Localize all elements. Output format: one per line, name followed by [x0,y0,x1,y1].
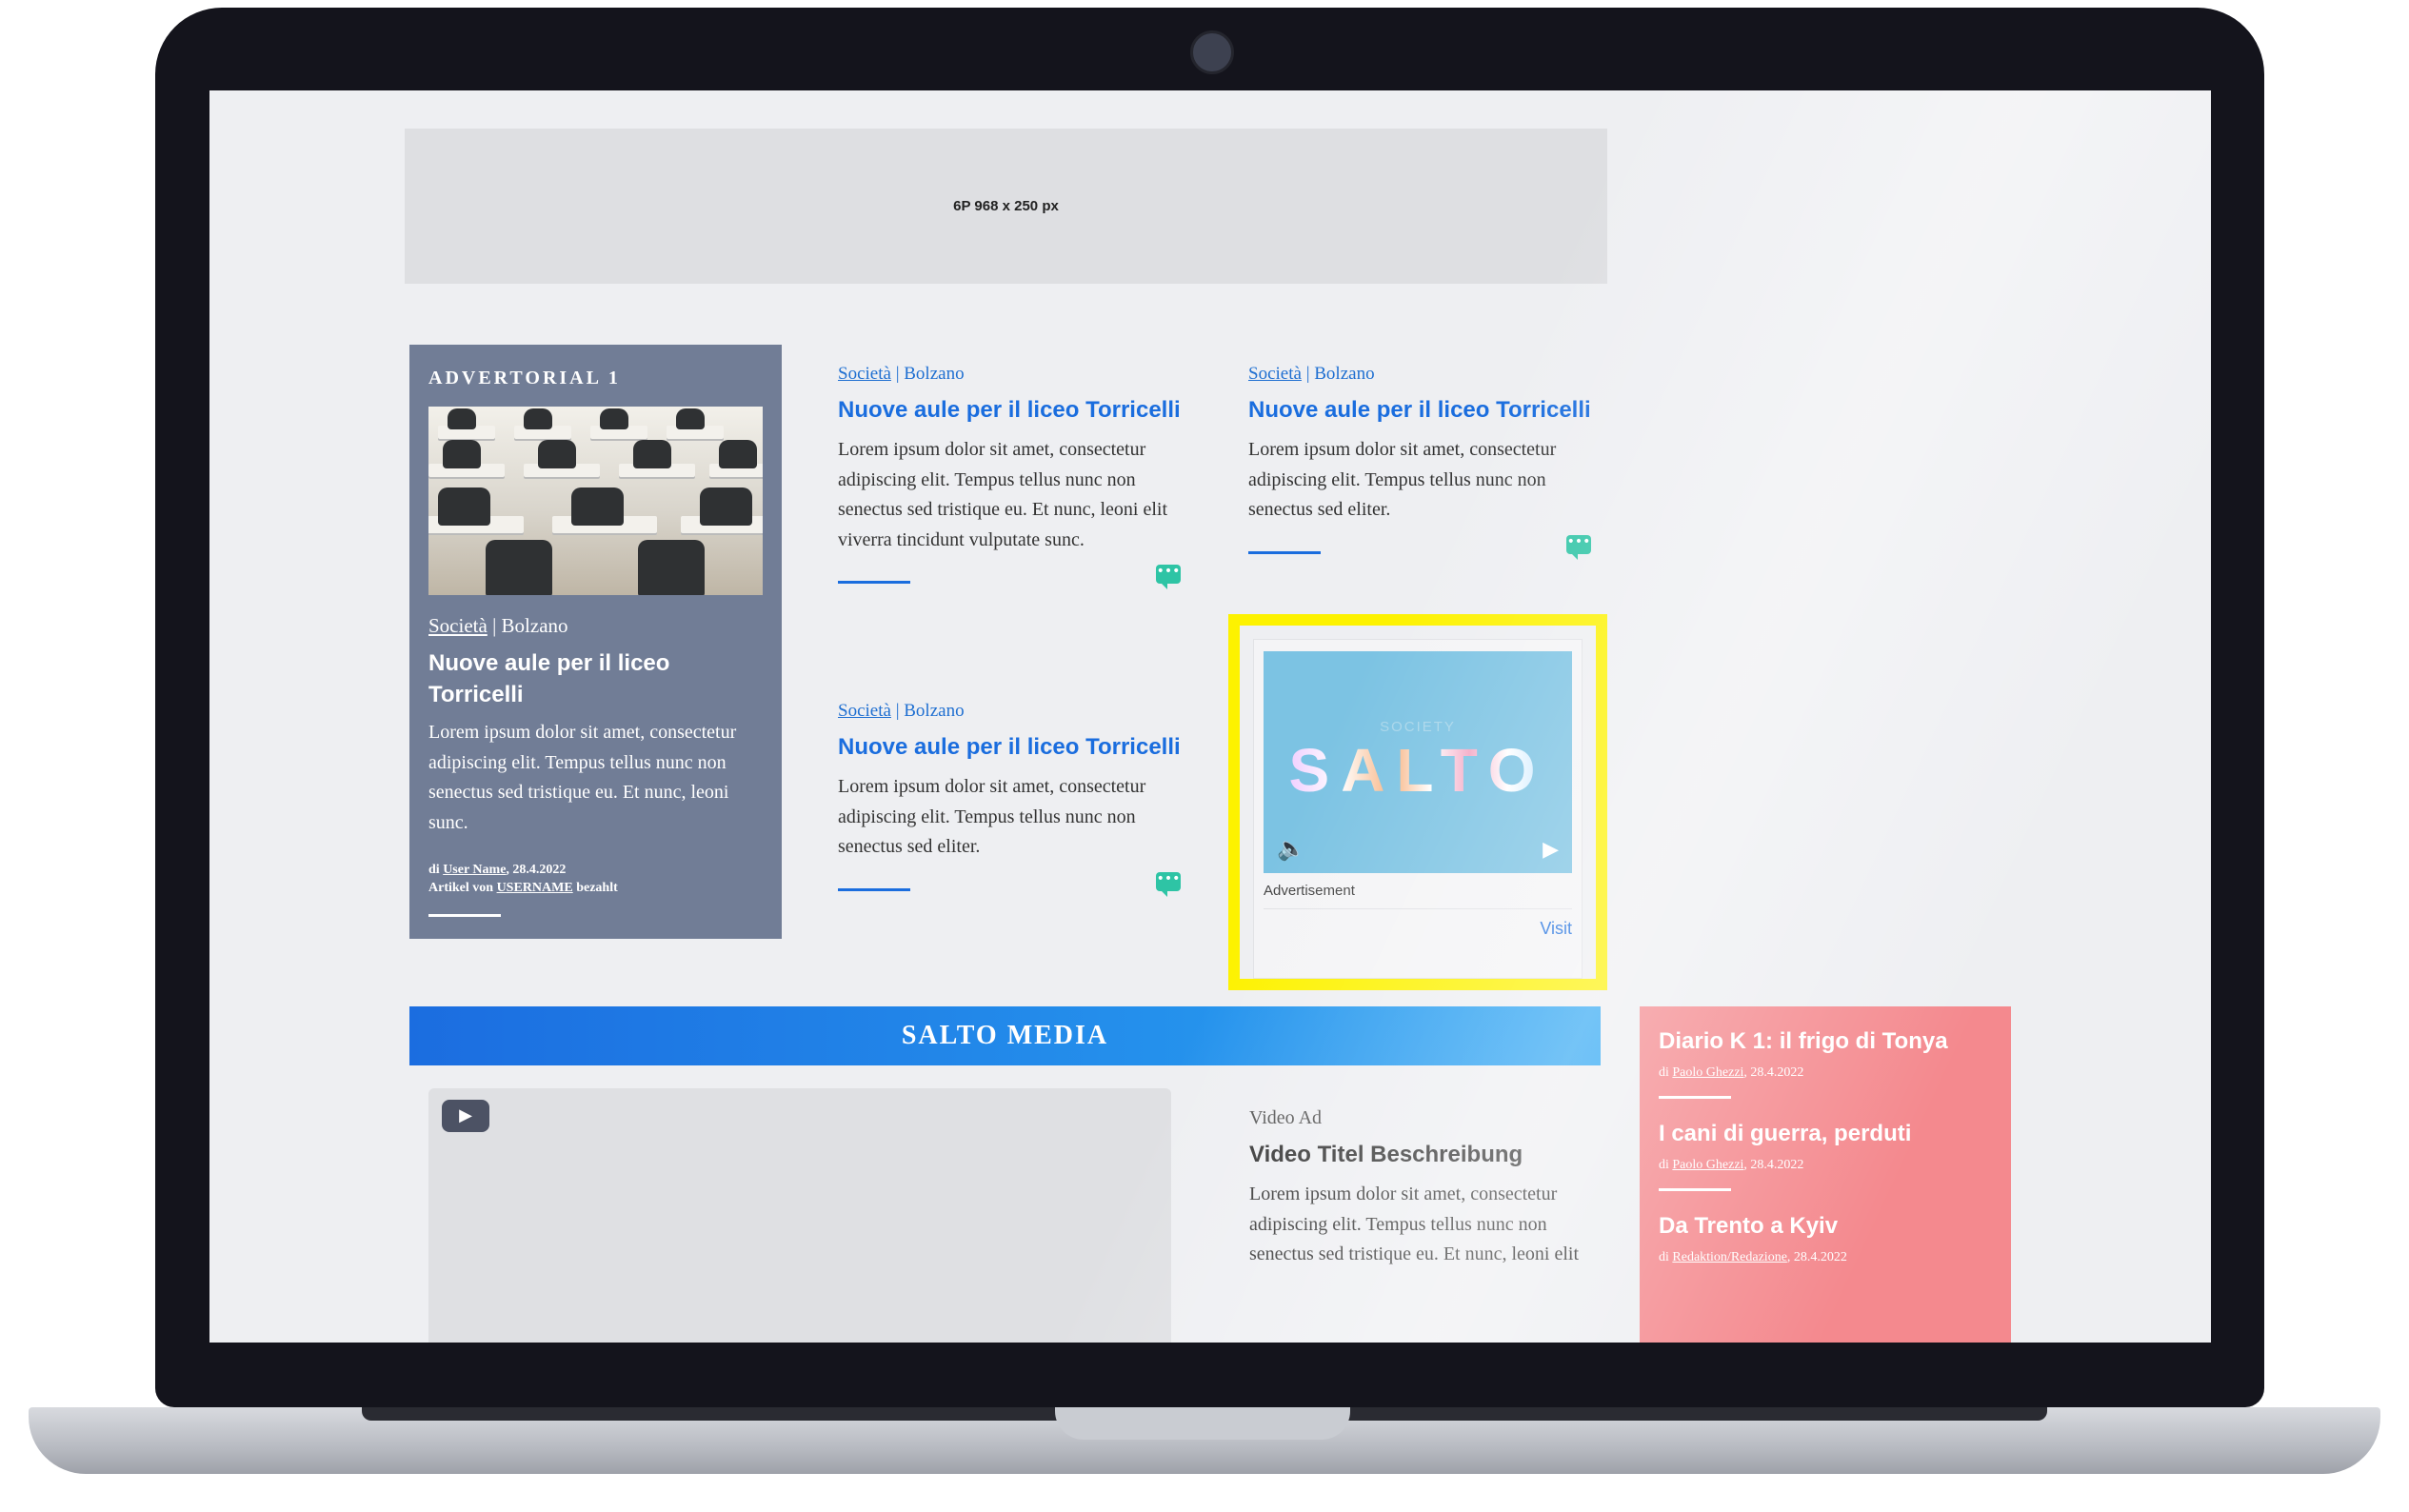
meta-separator: | [492,614,497,637]
sidebar-article[interactable]: Da Trento a Kyiv di Redaktion/Redazione,… [1659,1212,1992,1265]
banner-ad-placeholder[interactable]: 6P 968 x 250 px [405,129,1607,284]
divider [838,581,910,584]
meta-separator: | [895,364,900,384]
comment-icon[interactable]: ••• [1566,534,1591,560]
category-link[interactable]: Società [838,701,891,721]
comment-icon[interactable]: ••• [1156,871,1181,897]
webcam-icon [1190,30,1234,74]
classroom-photo[interactable] [428,407,763,595]
video-excerpt: Lorem ipsum dolor sit amet, consectetur … [1249,1184,1580,1264]
byline-prefix: di [1659,1065,1669,1080]
video-ad-frame: SOCIETY SALTO 🔈 ▶ Advertisement Visit [1253,639,1583,979]
paid-prefix: Artikel von [428,881,494,895]
video-headline[interactable]: Video Titel Beschreibung [1249,1139,1592,1170]
article-teaser[interactable]: Società | Bolzano Nuove aule per il lice… [1248,364,1591,575]
banner-size-label: 6P 968 x 250 px [953,198,1059,214]
advertorial-text: Lorem ipsum dolor sit amet, consectetur … [428,722,737,833]
sidebar-byline: di Paolo Ghezzi, 28.4.2022 [1659,1158,1992,1173]
advertorial-card[interactable]: ADVERTORIAL 1 Società | Bolzano Nuove au… [409,345,782,939]
location-label: Bolzano [1314,364,1375,384]
byline-user-link[interactable]: User Name [443,863,506,877]
video-teaser[interactable]: Video Ad Video Titel Beschreibung Lorem … [1249,1107,1592,1270]
sidebar-article[interactable]: I cani di guerra, perduti di Paolo Ghezz… [1659,1120,1992,1191]
play-icon[interactable]: ▶ [1543,838,1559,862]
byline-date: , 28.4.2022 [1743,1065,1804,1080]
blog-sidebar: Diario K 1: il frigo di Tonya di Paolo G… [1640,1006,2011,1343]
paid-user-link[interactable]: USERNAME [497,881,573,895]
article-headline[interactable]: Nuove aule per il liceo Torricelli [838,731,1181,763]
youtube-play-icon[interactable]: ▶ [442,1100,489,1132]
article-headline[interactable]: Nuove aule per il liceo Torricelli [1248,394,1591,426]
video-player[interactable]: ▶ [428,1088,1171,1343]
byline-date: , 28.4.2022 [506,863,567,877]
category-link[interactable]: Società [838,364,891,384]
sidebar-article-title[interactable]: Diario K 1: il frigo di Tonya [1659,1027,1992,1056]
advertorial-category-link[interactable]: Società [428,614,488,637]
advertorial-label: ADVERTORIAL 1 [428,368,621,388]
byline-prefix: di [1659,1158,1669,1172]
divider [1248,550,1321,554]
article-headline[interactable]: Nuove aule per il liceo Torricelli [838,394,1181,426]
advertorial-byline: di User Name, 28.4.2022 Artikel von USER… [428,861,763,897]
byline-date: , 28.4.2022 [1786,1250,1847,1264]
laptop-notch [1055,1407,1350,1440]
section-title: SALTO MEDIA [901,1021,1109,1050]
ad-video-player[interactable]: SOCIETY SALTO 🔈 ▶ [1264,651,1572,873]
meta-separator: | [895,701,900,721]
video-kicker: Video Ad [1249,1107,1323,1128]
advertorial-headline[interactable]: Nuove aule per il liceo Torricelli [428,647,763,710]
section-header-salto-media: SALTO MEDIA [409,1006,1601,1065]
highlighted-ad-slot: SOCIETY SALTO 🔈 ▶ Advertisement Visit [1228,614,1607,990]
byline-date: , 28.4.2022 [1743,1158,1804,1172]
sidebar-byline: di Redaktion/Redazione, 28.4.2022 [1659,1250,1992,1265]
visit-link[interactable]: Visit [1264,909,1572,939]
author-link[interactable]: Redaktion/Redazione [1672,1250,1787,1264]
paid-suffix: bezahlt [576,881,618,895]
meta-separator: | [1305,364,1310,384]
sidebar-article[interactable]: Diario K 1: il frigo di Tonya di Paolo G… [1659,1027,1992,1099]
author-link[interactable]: Paolo Ghezzi [1672,1065,1743,1080]
advertisement-label: Advertisement [1264,883,1572,909]
location-label: Bolzano [904,701,965,721]
article-excerpt: Lorem ipsum dolor sit amet, consectetur … [838,776,1146,857]
article-excerpt: Lorem ipsum dolor sit amet, consectetur … [838,439,1168,550]
sidebar-article-title[interactable]: I cani di guerra, perduti [1659,1120,1992,1148]
byline-prefix: di [1659,1250,1669,1264]
laptop-screen: 6P 968 x 250 px ADVERTORIAL 1 Società | … [209,90,2211,1343]
article-excerpt: Lorem ipsum dolor sit amet, consectetur … [1248,439,1557,520]
author-link[interactable]: Paolo Ghezzi [1672,1158,1743,1172]
speaker-icon[interactable]: 🔈 [1277,835,1305,862]
article-teaser[interactable]: Società | Bolzano Nuove aule per il lice… [838,701,1181,912]
comment-icon[interactable]: ••• [1156,565,1181,589]
article-teaser[interactable]: Società | Bolzano Nuove aule per il lice… [838,364,1181,605]
divider [838,887,910,891]
advertorial-location: Bolzano [501,614,568,637]
sidebar-article-title[interactable]: Da Trento a Kyiv [1659,1212,1992,1241]
divider [1659,1096,1731,1099]
sidebar-byline: di Paolo Ghezzi, 28.4.2022 [1659,1065,1992,1081]
divider [428,914,501,917]
location-label: Bolzano [904,364,965,384]
ad-kicker: SOCIETY [1380,719,1456,735]
divider [1659,1188,1731,1191]
category-link[interactable]: Società [1248,364,1302,384]
byline-prefix: di [428,863,440,877]
salto-logo: SALTO [1288,736,1547,805]
